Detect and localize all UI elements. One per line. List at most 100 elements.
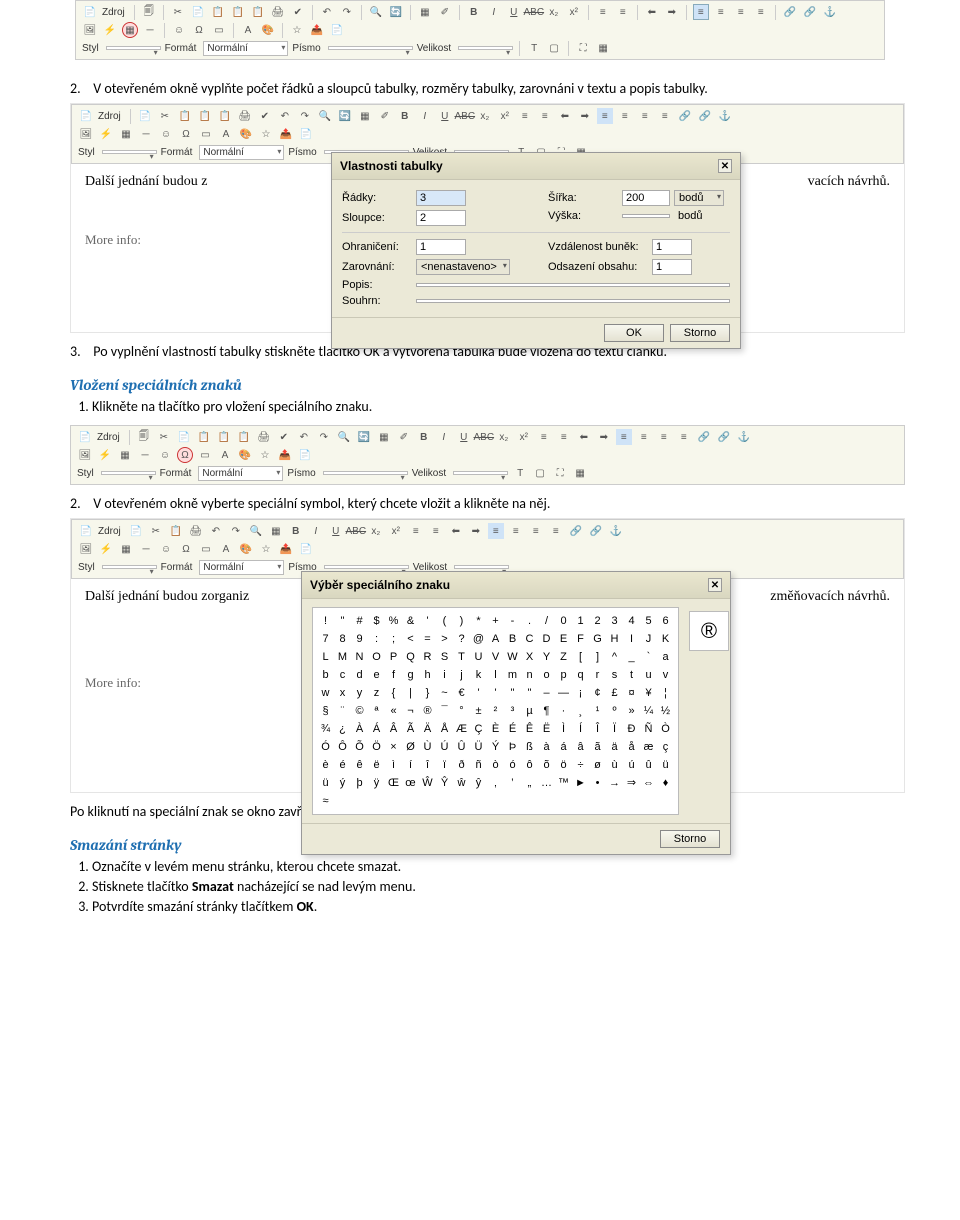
- char-cell[interactable]: §: [317, 702, 334, 720]
- char-cell[interactable]: ì: [385, 756, 402, 774]
- select-all-icon[interactable]: ▦: [376, 429, 392, 445]
- char-cell[interactable]: ": [334, 612, 351, 630]
- char-cell[interactable]: ñ: [470, 756, 487, 774]
- char-cell[interactable]: ): [453, 612, 470, 630]
- char-cell[interactable]: B: [504, 630, 521, 648]
- char-cell[interactable]: Ø: [402, 738, 419, 756]
- source-icon[interactable]: 📄: [78, 523, 94, 539]
- spellcheck-icon[interactable]: ✔: [290, 4, 306, 20]
- print-icon[interactable]: 🖨: [237, 108, 253, 124]
- char-cell[interactable]: ¯: [436, 702, 453, 720]
- char-cell[interactable]: À: [351, 720, 368, 738]
- char-cell[interactable]: ™: [555, 774, 572, 792]
- paste-text-icon[interactable]: 📋: [197, 108, 213, 124]
- maximize-icon[interactable]: ⛶: [575, 40, 591, 56]
- char-cell[interactable]: h: [419, 666, 436, 684]
- italic-icon[interactable]: I: [436, 429, 452, 445]
- char-cell[interactable]: .: [521, 612, 538, 630]
- special-char-icon[interactable]: Ω: [177, 447, 193, 463]
- blocks-icon[interactable]: ▦: [572, 465, 588, 481]
- char-cell[interactable]: i: [436, 666, 453, 684]
- print-icon[interactable]: 🖨: [188, 523, 204, 539]
- superscript-icon[interactable]: x²: [566, 4, 582, 20]
- star-icon[interactable]: ☆: [257, 447, 273, 463]
- hr-icon[interactable]: ─: [142, 22, 158, 38]
- outdent-icon[interactable]: ⬅: [644, 4, 660, 20]
- cols-input[interactable]: 2: [416, 210, 466, 226]
- char-cell[interactable]: Ó: [317, 738, 334, 756]
- char-cell[interactable]: Ú: [436, 738, 453, 756]
- undo-icon[interactable]: ↶: [296, 429, 312, 445]
- char-cell[interactable]: Þ: [504, 738, 521, 756]
- align-left-icon[interactable]: ≡: [693, 4, 709, 20]
- indent-icon[interactable]: ➡: [577, 108, 593, 124]
- special-char-icon[interactable]: Ω: [191, 22, 207, 38]
- print-icon[interactable]: 🖨: [270, 4, 286, 20]
- paste-icon[interactable]: 📋: [168, 523, 184, 539]
- align-left-icon[interactable]: ≡: [616, 429, 632, 445]
- link-icon[interactable]: 🔗: [677, 108, 693, 124]
- char-cell[interactable]: ö: [555, 756, 572, 774]
- char-cell[interactable]: ‚: [487, 774, 504, 792]
- width-unit-select[interactable]: bodů: [674, 190, 724, 206]
- char-cell[interactable]: µ: [521, 702, 538, 720]
- char-cell[interactable]: þ: [351, 774, 368, 792]
- char-cell[interactable]: ŵ: [453, 774, 470, 792]
- align-center-icon[interactable]: ≡: [636, 429, 652, 445]
- char-cell[interactable]: ^: [606, 648, 623, 666]
- align-right-icon[interactable]: ≡: [637, 108, 653, 124]
- char-cell[interactable]: Â: [385, 720, 402, 738]
- align-right-icon[interactable]: ≡: [528, 523, 544, 539]
- char-cell[interactable]: W: [504, 648, 521, 666]
- align-left-icon[interactable]: ≡: [488, 523, 504, 539]
- align-right-icon[interactable]: ≡: [733, 4, 749, 20]
- page-icon[interactable]: 📄: [329, 22, 345, 38]
- char-cell[interactable]: ã: [589, 738, 606, 756]
- unlink-icon[interactable]: 🔗: [697, 108, 713, 124]
- char-cell[interactable]: _: [623, 648, 640, 666]
- char-cell[interactable]: Û: [453, 738, 470, 756]
- char-cell[interactable]: —: [555, 684, 572, 702]
- char-cell[interactable]: ¬: [402, 702, 419, 720]
- subscript-icon[interactable]: x₂: [496, 429, 512, 445]
- char-cell[interactable]: Ê: [521, 720, 538, 738]
- char-cell[interactable]: Y: [538, 648, 555, 666]
- subscript-icon[interactable]: x₂: [546, 4, 562, 20]
- paste-text-icon[interactable]: 📋: [216, 429, 232, 445]
- char-cell[interactable]: V: [487, 648, 504, 666]
- char-cell[interactable]: °: [453, 702, 470, 720]
- char-cell[interactable]: á: [555, 738, 572, 756]
- italic-icon[interactable]: I: [308, 523, 324, 539]
- char-cell[interactable]: î: [419, 756, 436, 774]
- paste-icon[interactable]: 📋: [196, 429, 212, 445]
- char-cell[interactable]: œ: [402, 774, 419, 792]
- char-cell[interactable]: n: [521, 666, 538, 684]
- cellpad-input[interactable]: 1: [652, 259, 692, 275]
- find-icon[interactable]: 🔍: [248, 523, 264, 539]
- char-cell[interactable]: Q: [402, 648, 419, 666]
- size-select[interactable]: [458, 46, 513, 50]
- select-all-icon[interactable]: ▦: [357, 108, 373, 124]
- outdent-icon[interactable]: ⬅: [576, 429, 592, 445]
- char-cell[interactable]: K: [657, 630, 674, 648]
- format-select[interactable]: Normální: [203, 41, 288, 56]
- char-cell[interactable]: f: [385, 666, 402, 684]
- char-cell[interactable]: :: [368, 630, 385, 648]
- special-char-icon[interactable]: Ω: [178, 126, 194, 142]
- anchor-icon[interactable]: ⚓: [717, 108, 733, 124]
- hr-icon[interactable]: ─: [138, 126, 154, 142]
- templates-icon[interactable]: 🗐: [141, 4, 157, 20]
- char-cell[interactable]: ·: [555, 702, 572, 720]
- char-cell[interactable]: d: [351, 666, 368, 684]
- align-center-icon[interactable]: ≡: [617, 108, 633, 124]
- char-cell[interactable]: ß: [521, 738, 538, 756]
- subscript-icon[interactable]: x₂: [477, 108, 493, 124]
- paste-word-icon[interactable]: 📋: [250, 4, 266, 20]
- table-icon[interactable]: ▦: [118, 126, 134, 142]
- subscript-icon[interactable]: x₂: [368, 523, 384, 539]
- textcolor-dropdown-icon[interactable]: T: [526, 40, 542, 56]
- anchor-icon[interactable]: ⚓: [822, 4, 838, 20]
- blocks-icon[interactable]: ▦: [595, 40, 611, 56]
- char-cell[interactable]: ¨: [334, 702, 351, 720]
- textcolor-icon[interactable]: A: [217, 447, 233, 463]
